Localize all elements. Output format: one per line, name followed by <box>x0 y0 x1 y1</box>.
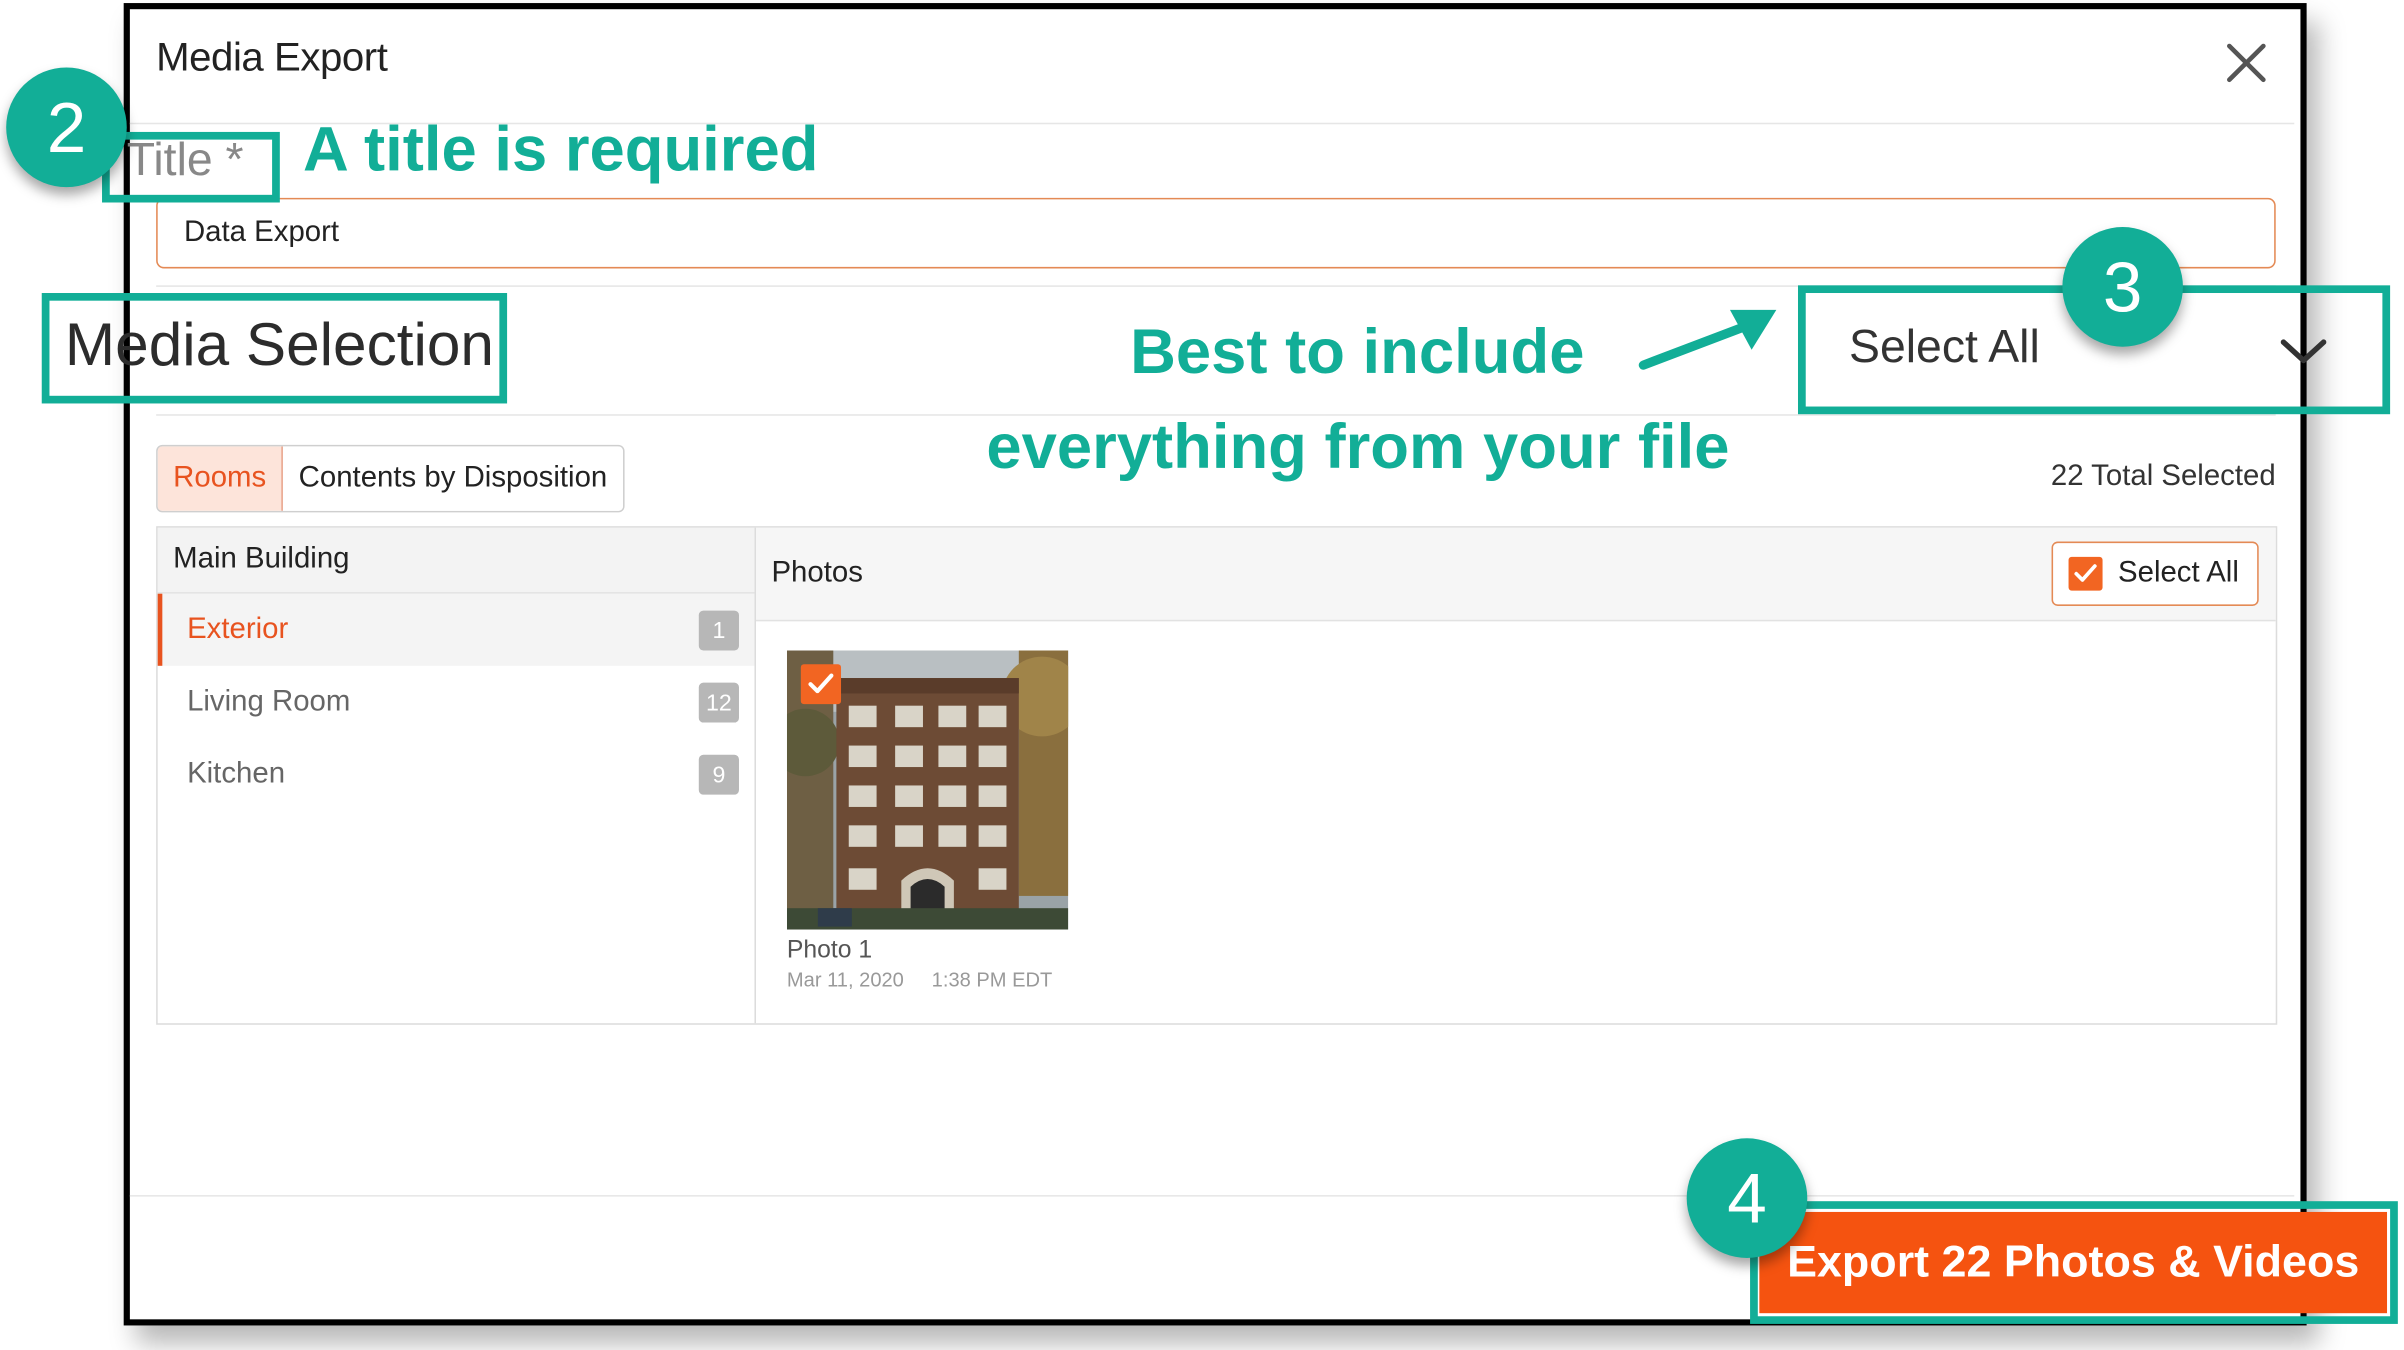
room-label: Kitchen <box>187 757 286 790</box>
screenshot-canvas: Media Export Title * Media Selection Sel… <box>0 0 2404 1350</box>
select-all-note-line2: everything from your file <box>986 411 1730 482</box>
photos-heading: Photos <box>771 556 863 590</box>
modal-title: Media Export <box>156 33 388 80</box>
step-3-marker: 3 <box>2062 227 2183 347</box>
media-selection-heading: Media Selection <box>64 312 494 379</box>
photo-timestamp: Mar 11, 2020 1:38 PM EDT <box>787 968 1052 991</box>
tab-rooms[interactable]: Rooms <box>157 446 284 511</box>
select-all-note-line1: Best to include <box>1130 316 1585 387</box>
close-button[interactable] <box>2220 37 2273 89</box>
room-item-living-room[interactable]: Living Room 12 <box>158 666 755 738</box>
step-2-marker: 2 <box>6 67 127 188</box>
group-heading: Main Building <box>157 527 755 594</box>
selection-mode-value: Select All <box>1849 322 2040 373</box>
total-selected-count: 22 Total Selected <box>2050 460 2276 493</box>
room-item-exterior[interactable]: Exterior 1 <box>157 593 755 666</box>
photo-name: Photo 1 <box>786 937 873 964</box>
photo-date: Mar 11, 2020 <box>786 968 904 992</box>
media-browser-panel: Main Building Exterior 1 Living Room 12 … <box>156 526 2278 1025</box>
photo-time: 1:38 PM EDT <box>931 968 1053 992</box>
title-required-note: A title is required <box>303 113 819 185</box>
close-icon <box>2227 43 2266 83</box>
room-label: Living Room <box>187 684 351 718</box>
room-count-badge: 12 <box>698 682 739 723</box>
title-input[interactable] <box>156 197 2276 269</box>
tab-contents-by-disposition[interactable]: Contents by Disposition <box>283 446 623 511</box>
checkbox-checked-icon <box>2068 556 2103 591</box>
photo-selected-checkbox[interactable] <box>800 664 842 705</box>
room-list-panel: Main Building Exterior 1 Living Room 12 … <box>157 527 756 1024</box>
footer-divider <box>129 1195 2295 1197</box>
room-item-kitchen[interactable]: Kitchen 9 <box>158 738 755 810</box>
chevron-down-icon <box>2280 339 2327 364</box>
select-all-photos-checkbox[interactable]: Select All <box>2051 541 2259 606</box>
room-label: Exterior <box>187 612 289 646</box>
room-count-badge: 9 <box>698 754 739 795</box>
step-4-marker: 4 <box>1686 1138 1808 1258</box>
export-button[interactable]: Export 22 Photos & Videos <box>1759 1211 2388 1314</box>
photos-header: Photos Select All <box>755 527 2276 622</box>
section-divider-top <box>156 285 2276 287</box>
photo-thumbnail[interactable] <box>786 650 1069 930</box>
arrow-right-icon <box>1638 309 1777 370</box>
select-all-label: Select All <box>2118 556 2239 590</box>
view-tabs: Rooms Contents by Disposition <box>156 444 625 513</box>
title-field-label: Title * <box>126 135 244 186</box>
room-count-badge: 1 <box>698 610 739 651</box>
